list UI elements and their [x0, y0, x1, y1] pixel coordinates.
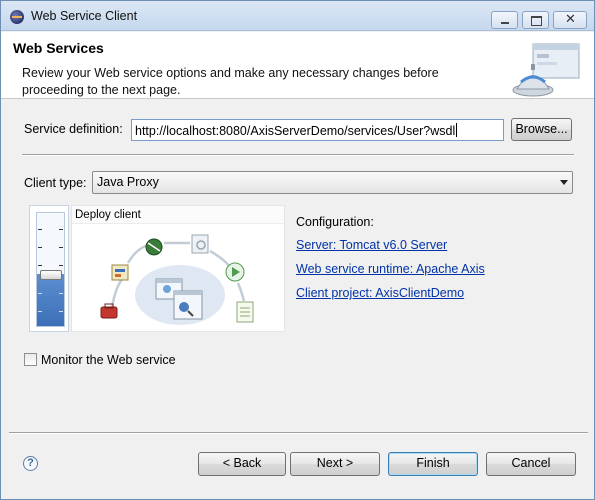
cancel-button[interactable]: Cancel	[486, 452, 576, 476]
slider-tick	[59, 311, 63, 312]
footer-separator	[9, 432, 588, 434]
slider-tick	[59, 247, 63, 248]
web-service-banner-icon	[512, 43, 580, 97]
browse-button[interactable]: Browse...	[511, 118, 572, 141]
client-type-select[interactable]: Java Proxy	[92, 171, 573, 194]
window-title: Web Service Client	[31, 9, 138, 23]
title-bar[interactable]: Web Service Client ✕	[1, 1, 594, 31]
minimize-button[interactable]	[491, 11, 518, 29]
slider-tick	[38, 311, 42, 312]
client-level-slider[interactable]	[29, 205, 69, 332]
dialog-window: Web Service Client ✕ Web Services Review…	[0, 0, 595, 500]
eclipse-app-icon	[10, 10, 24, 24]
service-definition-label: Service definition:	[24, 122, 123, 136]
deploy-client-diagram	[100, 234, 254, 325]
chevron-down-icon	[560, 180, 568, 185]
monitor-label: Monitor the Web service	[41, 353, 176, 367]
client-stage-preview: Deploy client	[71, 205, 285, 332]
wizard-header: Web Services Review your Web service opt…	[1, 32, 594, 99]
slider-tick	[59, 229, 63, 230]
slider-thumb[interactable]	[40, 270, 62, 280]
help-icon[interactable]: ?	[23, 456, 38, 471]
server-link[interactable]: Server: Tomcat v6.0 Server	[296, 238, 447, 252]
slider-tick	[38, 293, 42, 294]
slider-tick	[38, 247, 42, 248]
service-definition-input[interactable]: http://localhost:8080/AxisServerDemo/ser…	[131, 119, 504, 141]
close-icon: ✕	[565, 12, 576, 27]
slider-tick	[38, 265, 42, 266]
back-button[interactable]: < Back	[198, 452, 286, 476]
runtime-link[interactable]: Web service runtime: Apache Axis	[296, 262, 485, 276]
slider-tick	[38, 229, 42, 230]
stage-label: Deploy client	[75, 209, 141, 221]
text-caret	[456, 123, 458, 137]
client-project-link[interactable]: Client project: AxisClientDemo	[296, 286, 464, 300]
service-definition-value: http://localhost:8080/AxisServerDemo/ser…	[135, 124, 456, 138]
separator	[22, 154, 574, 156]
finish-button[interactable]: Finish	[388, 452, 478, 476]
monitor-checkbox[interactable]	[24, 353, 37, 366]
client-type-label: Client type:	[24, 176, 87, 190]
client-type-value: Java Proxy	[97, 175, 159, 189]
maximize-button[interactable]	[522, 11, 549, 29]
page-description: Review your Web service options and make…	[22, 66, 439, 97]
close-button[interactable]: ✕	[553, 11, 587, 29]
page-title: Web Services	[13, 40, 104, 56]
slider-tick	[59, 293, 63, 294]
next-button[interactable]: Next >	[290, 452, 380, 476]
configuration-heading: Configuration:	[296, 215, 374, 229]
slider-tick	[59, 265, 63, 266]
